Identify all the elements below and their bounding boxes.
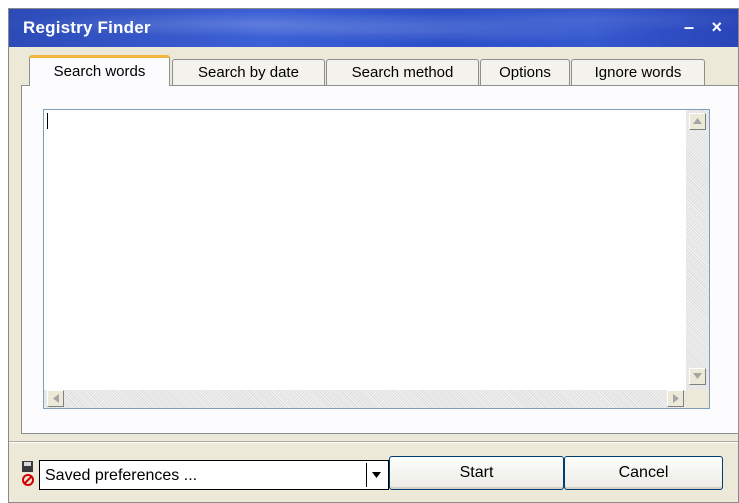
tab-search-words[interactable]: Search words — [29, 55, 170, 86]
scroll-down-button[interactable] — [689, 368, 706, 385]
scroll-up-button[interactable] — [689, 113, 706, 130]
saved-preferences-value: Saved preferences ... — [45, 467, 198, 484]
disk-no-icon — [22, 461, 34, 486]
chevron-down-icon — [372, 472, 381, 478]
search-words-panel — [21, 85, 739, 434]
tab-ignore-words[interactable]: Ignore words — [571, 59, 705, 85]
cancel-button[interactable]: Cancel — [564, 456, 723, 490]
horizontal-scrollbar[interactable] — [44, 390, 688, 408]
arrow-down-icon — [693, 373, 702, 379]
tab-search-method[interactable]: Search method — [326, 59, 479, 85]
dropdown-button[interactable] — [366, 463, 386, 487]
start-button[interactable]: Start — [389, 456, 564, 490]
minimize-button[interactable]: – — [684, 17, 694, 37]
footer-divider — [9, 441, 738, 443]
tab-search-by-date[interactable]: Search by date — [172, 59, 325, 85]
tab-options[interactable]: Options — [480, 59, 570, 85]
close-button[interactable]: × — [711, 17, 722, 37]
scrollbar-corner — [686, 390, 709, 408]
title-bar[interactable]: Registry Finder – × — [9, 9, 738, 47]
vertical-scrollbar[interactable] — [686, 110, 709, 391]
saved-preferences-dropdown[interactable]: Saved preferences ... — [39, 460, 389, 490]
arrow-right-icon — [673, 394, 679, 403]
text-caret — [47, 113, 48, 129]
search-words-textarea[interactable] — [43, 109, 710, 409]
scroll-left-button[interactable] — [47, 390, 64, 407]
window-title: Registry Finder — [23, 18, 151, 37]
arrow-up-icon — [693, 118, 702, 124]
registry-finder-window: Registry Finder – × Search words Search … — [8, 8, 739, 503]
scroll-right-button[interactable] — [667, 390, 684, 407]
arrow-left-icon — [53, 394, 59, 403]
preferences-icon[interactable] — [21, 460, 35, 490]
